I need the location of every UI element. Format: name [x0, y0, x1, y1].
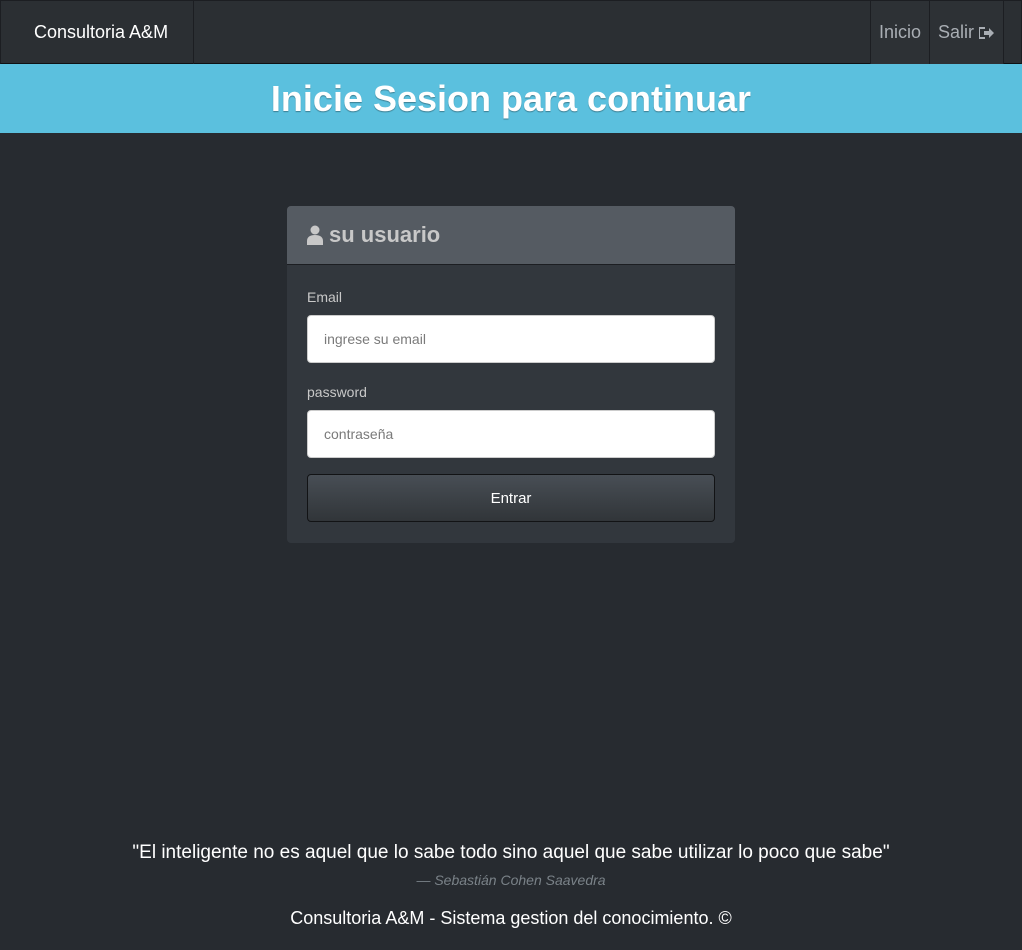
nav-item-salir[interactable]: Salir: [929, 1, 1004, 64]
page-title: Inicie Sesion para continuar: [270, 77, 752, 119]
email-label: Email: [307, 289, 343, 305]
page-banner: Inicie Sesion para continuar: [0, 64, 1022, 133]
login-panel-heading: su usuario: [287, 206, 735, 265]
user-icon: [307, 225, 323, 245]
navbar-right: Inicio Salir: [869, 1, 1004, 64]
email-field[interactable]: [307, 315, 715, 363]
login-panel: su usuario Email password Entrar: [287, 206, 735, 543]
password-field[interactable]: [307, 410, 715, 458]
nav-item-salir-label: Salir: [937, 22, 974, 42]
login-panel-title: su usuario: [329, 222, 441, 247]
password-label: password: [307, 384, 367, 400]
sign-out-icon: [979, 26, 994, 39]
top-navbar: Consultoria A&M Inicio Salir: [0, 0, 1022, 64]
nav-item-inicio[interactable]: Inicio: [869, 1, 930, 64]
quote-author: — Sebastián Cohen Saavedra: [416, 872, 606, 888]
submit-button[interactable]: Entrar: [307, 474, 715, 522]
quote-text: "El inteligente no es aquel que lo sabe …: [132, 842, 890, 863]
nav-item-inicio-label: Inicio: [878, 22, 921, 42]
brand-link[interactable]: Consultoria A&M: [1, 1, 194, 64]
footer-text: Consultoria A&M - Sistema gestion del co…: [290, 908, 732, 928]
